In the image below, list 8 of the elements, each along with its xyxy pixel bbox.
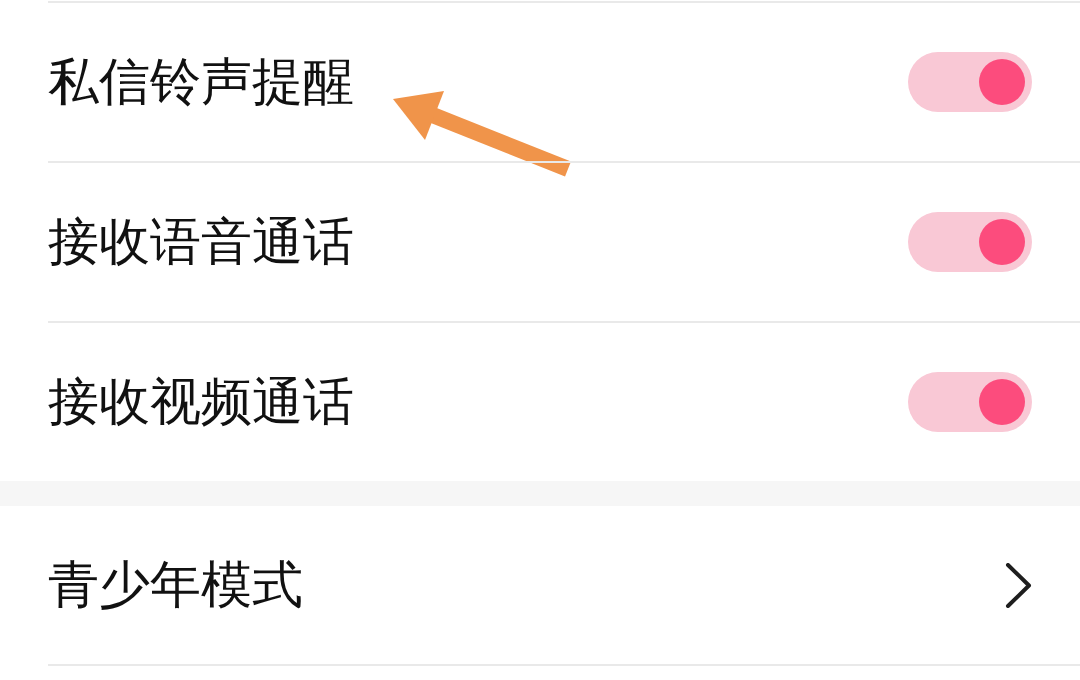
setting-label: 私信铃声提醒: [48, 51, 354, 113]
setting-label: 接收视频通话: [48, 371, 354, 433]
setting-label: 接收语音通话: [48, 211, 354, 273]
setting-label: 青少年模式: [48, 554, 303, 616]
chevron-right-icon[interactable]: [1005, 562, 1032, 608]
toggle-switch[interactable]: [908, 212, 1032, 272]
toggle-switch[interactable]: [908, 372, 1032, 432]
toggle-switch[interactable]: [908, 52, 1032, 112]
